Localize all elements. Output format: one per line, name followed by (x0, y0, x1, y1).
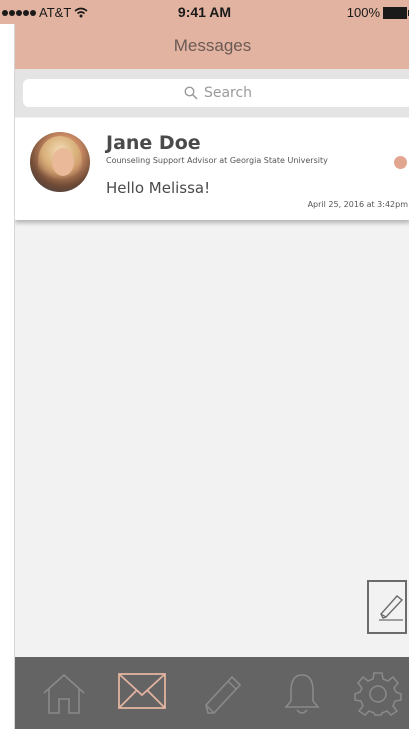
battery-icon (383, 6, 409, 19)
tab-bar (15, 657, 409, 729)
search-input[interactable]: Search (23, 79, 409, 107)
battery-group: 100% (346, 5, 409, 20)
message-preview: Hello Melissa! (106, 179, 211, 197)
message-timestamp: April 25, 2016 at 3:42pm (307, 200, 408, 209)
battery-label: 100% (346, 5, 380, 20)
unread-indicator (394, 156, 407, 169)
page-title: Messages (173, 36, 252, 55)
home-icon (43, 673, 85, 714)
search-bar-area: Search (15, 69, 409, 117)
tab-notifications[interactable] (277, 671, 327, 717)
compose-pencil-icon (379, 595, 404, 621)
search-icon (184, 86, 198, 100)
tab-messages[interactable] (117, 671, 167, 717)
tab-home[interactable] (39, 671, 89, 717)
avatar (30, 132, 90, 192)
pencil-icon (205, 675, 242, 714)
app-screen: Messages Search Jane Doe Counseling Supp… (14, 0, 409, 729)
search-placeholder: Search (203, 85, 253, 101)
gear-icon (354, 672, 402, 716)
status-bar: AT&T 9:41 AM 100% (0, 0, 409, 24)
contact-role: Counseling Support Advisor at Georgia St… (106, 156, 328, 165)
tab-settings[interactable] (353, 671, 403, 717)
compose-button[interactable] (367, 580, 407, 634)
message-list-item[interactable]: Jane Doe Counseling Support Advisor at G… (15, 118, 409, 220)
nav-header: Messages (15, 24, 409, 69)
tab-write[interactable] (197, 671, 247, 717)
bell-icon (284, 674, 320, 714)
mail-icon (118, 673, 166, 709)
contact-name: Jane Doe (106, 132, 201, 154)
